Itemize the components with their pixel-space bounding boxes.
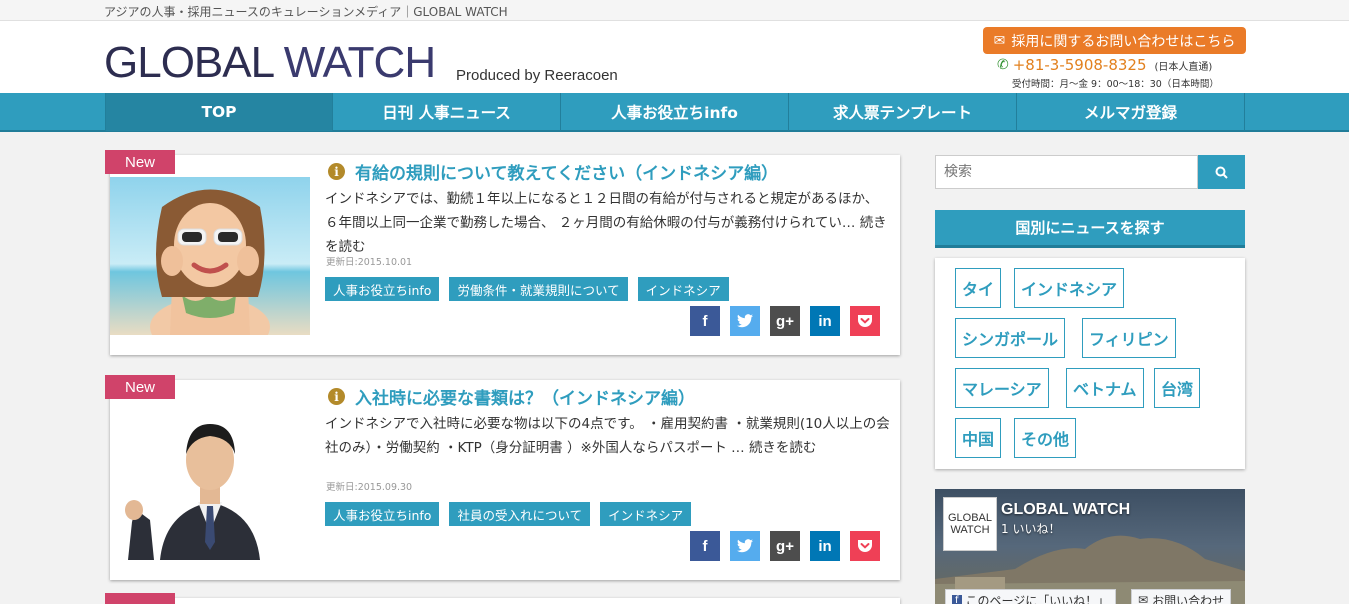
linkedin-share-button[interactable]: in <box>810 531 840 561</box>
info-icon: i <box>328 388 345 405</box>
twitter-icon <box>737 539 753 553</box>
country-vietnam[interactable]: ベトナム <box>1066 368 1144 408</box>
facebook-contact-button[interactable]: ✉ お問い合わせ <box>1131 589 1232 604</box>
facebook-share-button[interactable]: f <box>690 531 720 561</box>
share-buttons: f g+ in <box>690 306 880 336</box>
country-heading: 国別にニュースを探す <box>935 210 1245 248</box>
new-badge: New <box>105 375 175 399</box>
top-strip: アジアの人事・採用ニュースのキュレーションメディア｜GLOBAL WATCH <box>0 0 1349 21</box>
linkedin-share-button[interactable]: in <box>810 306 840 336</box>
post-date: 更新日:2015.10.01 <box>326 257 413 268</box>
phone-value: +81-3-5908-8325 <box>1012 56 1147 74</box>
post-tags: 人事お役立ちinfo 労働条件・就業規則について インドネシア <box>325 277 729 301</box>
country-taiwan[interactable]: 台湾 <box>1154 368 1201 408</box>
twitter-share-button[interactable] <box>730 306 760 336</box>
post-thumbnail-girl[interactable] <box>110 177 310 335</box>
country-list: タイ インドネシア シンガポール フィリピン マレーシア ベトナム 台湾 中国 … <box>935 258 1245 469</box>
site-header: GLOBAL WATCH Produced by Reeracoen ✉ 採用に… <box>0 21 1349 93</box>
nav-daily-news[interactable]: 日刊 人事ニュース <box>333 93 561 131</box>
share-buttons: f g+ in <box>690 531 880 561</box>
facebook-like-label: このページに「いいね！」 <box>965 593 1110 604</box>
search-form <box>935 155 1245 189</box>
tag-link[interactable]: 社員の受入れについて <box>449 502 591 526</box>
post-title[interactable]: i 入社時に必要な書類は？（インドネシア編） <box>328 384 695 409</box>
tag-link[interactable]: インドネシア <box>600 502 692 526</box>
country-philippines[interactable]: フィリピン <box>1082 318 1176 358</box>
nav-newsletter[interactable]: メルマガ登録 <box>1017 93 1245 131</box>
pocket-share-button[interactable] <box>850 531 880 561</box>
pocket-icon <box>858 540 872 552</box>
post-excerpt: インドネシアでは、勤続１年以上になると１２日間の有給が付与されると規定があるほか… <box>325 187 890 259</box>
logo-watch: WATCH <box>283 38 436 87</box>
post-excerpt: インドネシアで入社時に必要な物は以下の4点です。 ・雇用契約書 ・就業規則(10… <box>325 412 890 460</box>
search-icon <box>1215 166 1228 179</box>
country-thailand[interactable]: タイ <box>955 268 1002 308</box>
twitter-icon <box>737 314 753 328</box>
tag-link[interactable]: インドネシア <box>637 277 729 301</box>
country-indonesia[interactable]: インドネシア <box>1014 268 1125 308</box>
facebook-page-widget[interactable]: GLOBAL WATCH GLOBAL WATCH 1 いいね！ f このページに「… <box>935 489 1245 604</box>
new-badge <box>105 593 175 604</box>
logo-global: GLOBAL <box>104 38 284 87</box>
post-card-partial <box>105 593 900 604</box>
facebook-like-count: 1 いいね！ <box>1001 522 1061 536</box>
post-title-text: 有給の規則について教えてください（インドネシア編） <box>355 164 779 184</box>
contact-button[interactable]: ✉ 採用に関するお問い合わせはこちら <box>983 27 1246 54</box>
info-icon: i <box>328 163 345 180</box>
business-hours: 受付時間：月〜金 9：00〜18：30（日本時間） <box>1012 79 1219 90</box>
nav-hr-info[interactable]: 人事お役立ちinfo <box>561 93 789 131</box>
twitter-share-button[interactable] <box>730 531 760 561</box>
country-malaysia[interactable]: マレーシア <box>955 368 1049 408</box>
pocket-icon <box>858 315 872 327</box>
new-badge: New <box>105 150 175 174</box>
post-card: New i 入社時に必要な書類は？（インドネシア編） インドネシアで入社時に必要… <box>105 375 900 580</box>
post-card: New i 有給の規則について教えてください（インドネシア編） インドネシアでは… <box>105 150 900 355</box>
googleplus-share-button[interactable]: g+ <box>770 306 800 336</box>
mail-icon: ✉ <box>993 32 1006 49</box>
site-tagline: アジアの人事・採用ニュースのキュレーションメディア｜GLOBAL WATCH <box>104 5 508 19</box>
excerpt-text: インドネシアでは、勤続１年以上になると１２日間の有給が付与されると規定があるほか… <box>325 191 879 231</box>
post-date: 更新日:2015.09.30 <box>326 482 413 493</box>
nav-job-template[interactable]: 求人票テンプレート <box>789 93 1017 131</box>
tag-link[interactable]: 人事お役立ちinfo <box>325 502 440 526</box>
facebook-share-button[interactable]: f <box>690 306 720 336</box>
site-logo[interactable]: GLOBAL WATCH <box>104 38 436 87</box>
phone-note: (日本人直通) <box>1154 61 1213 73</box>
country-singapore[interactable]: シンガポール <box>955 318 1066 358</box>
read-more-link[interactable]: 続きを読む <box>749 440 817 456</box>
search-input[interactable] <box>935 155 1198 189</box>
nav-top[interactable]: TOP <box>105 93 333 131</box>
contact-button-label: 採用に関するお問い合わせはこちら <box>1011 33 1236 50</box>
facebook-icon: f <box>952 594 962 604</box>
country-china[interactable]: 中国 <box>955 418 1002 458</box>
post-title-text: 入社時に必要な書類は？（インドネシア編） <box>355 389 695 409</box>
tag-link[interactable]: 労働条件・就業規則について <box>449 277 628 301</box>
facebook-contact-label: お問い合わせ <box>1152 593 1225 604</box>
produced-by: Produced by Reeracoen <box>456 67 618 84</box>
post-thumbnail-businessman[interactable] <box>110 402 310 560</box>
fb-logo-line1: GLOBAL <box>947 512 993 524</box>
googleplus-share-button[interactable]: g+ <box>770 531 800 561</box>
post-title[interactable]: i 有給の規則について教えてください（インドネシア編） <box>328 159 778 184</box>
fb-logo-line2: WATCH <box>950 524 990 536</box>
facebook-like-button[interactable]: f このページに「いいね！」 <box>945 589 1117 604</box>
post-tags: 人事お役立ちinfo 社員の受入れについて インドネシア <box>325 502 692 526</box>
facebook-page-name[interactable]: GLOBAL WATCH <box>1001 501 1130 519</box>
main-nav: TOP 日刊 人事ニュース 人事お役立ちinfo 求人票テンプレート メルマガ登… <box>0 93 1349 132</box>
pocket-share-button[interactable] <box>850 306 880 336</box>
country-other[interactable]: その他 <box>1014 418 1077 458</box>
tag-link[interactable]: 人事お役立ちinfo <box>325 277 440 301</box>
search-button[interactable] <box>1198 155 1245 189</box>
phone-icon: ✆ <box>997 57 1009 73</box>
mail-icon: ✉ <box>1138 593 1149 604</box>
phone-number[interactable]: ✆ +81-3-5908-8325 (日本人直通) <box>997 56 1212 74</box>
facebook-page-logo: GLOBAL WATCH <box>943 497 997 551</box>
